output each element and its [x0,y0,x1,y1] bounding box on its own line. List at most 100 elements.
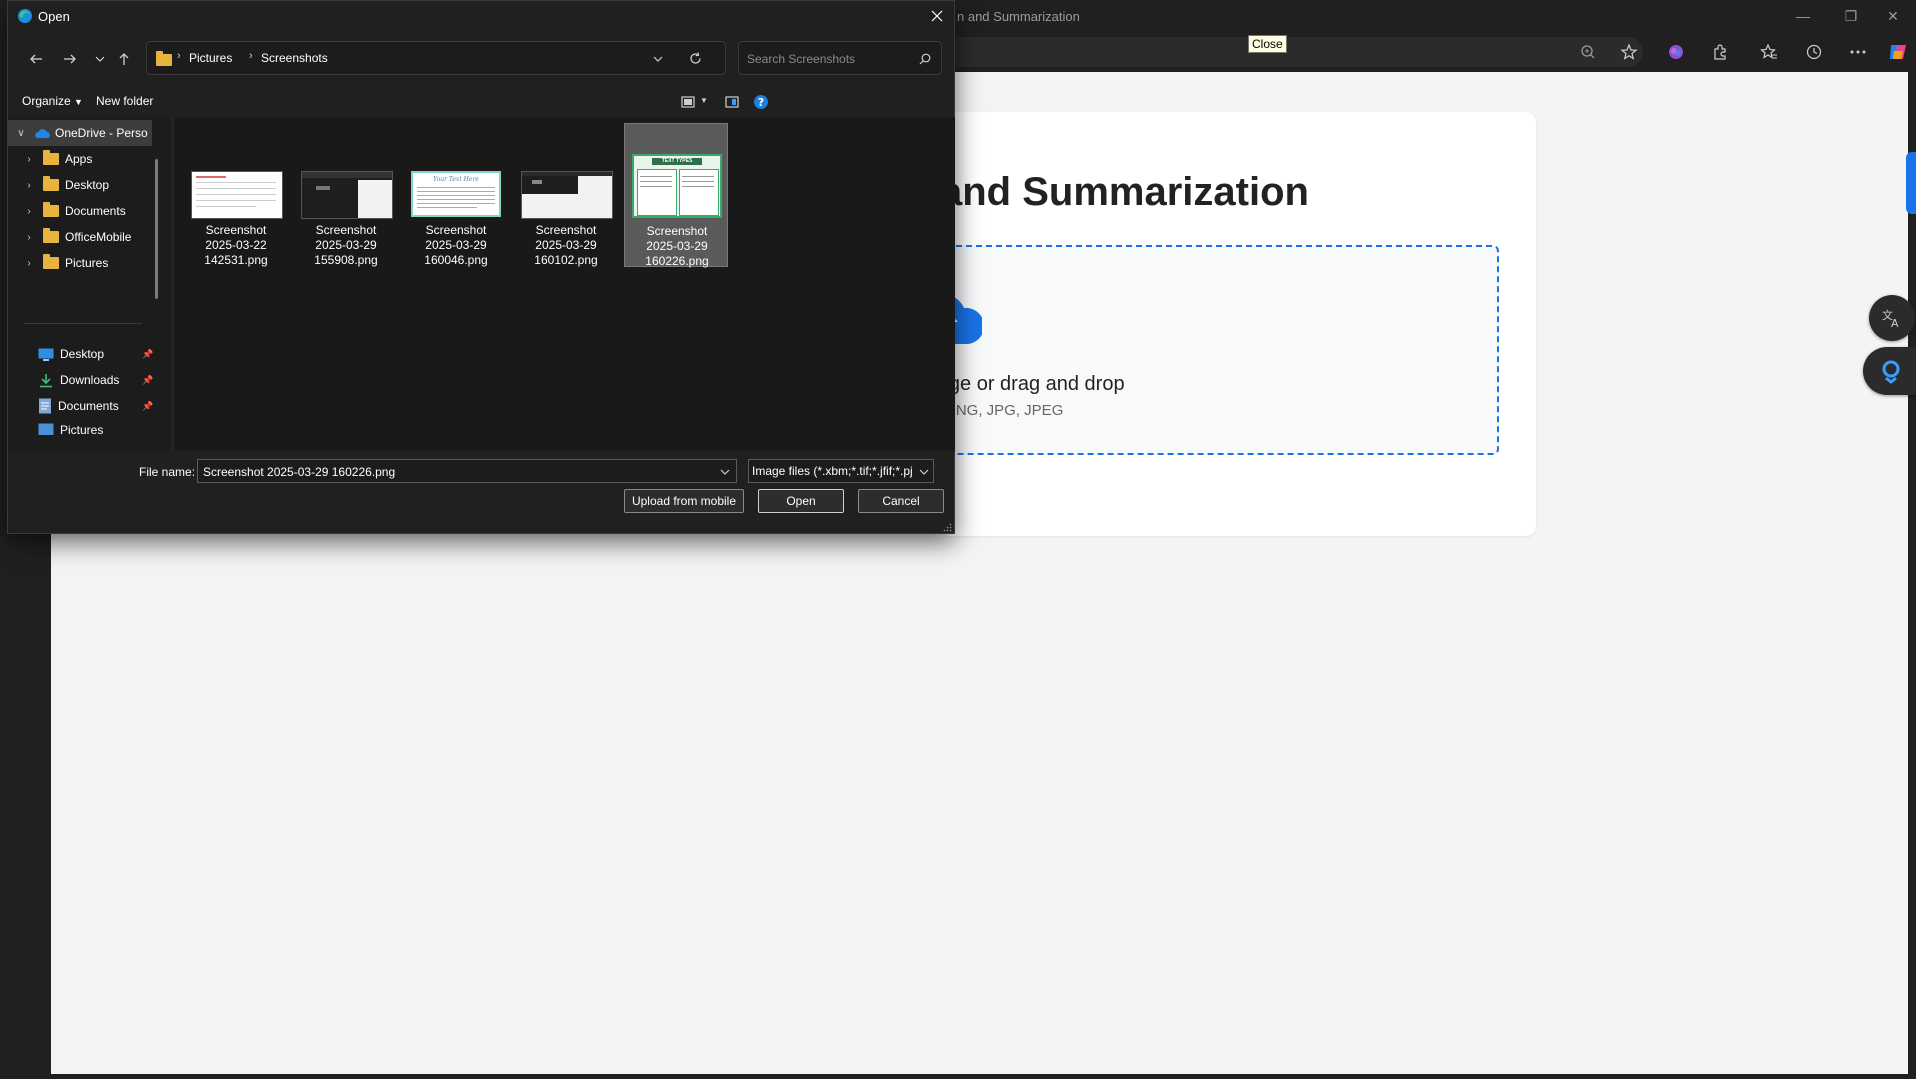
file-name-combobox[interactable] [197,459,737,483]
quick-access-label: Documents [58,399,119,413]
nav-divider [24,323,142,324]
dialog-titlebar: Open [8,1,954,32]
file-item[interactable]: Screenshot 2025-03-22 142531.png [184,123,288,267]
dialog-title: Open [38,9,70,24]
upload-from-mobile-button[interactable]: Upload from mobile [624,489,744,513]
new-folder-button[interactable]: New folder [96,94,153,108]
chevron-right-icon: › [27,153,31,165]
history-icon[interactable] [1802,40,1826,64]
chevron-right-icon: › [27,205,31,217]
tree-item-label: OfficeMobile [65,230,132,244]
upload-card: and Summarization n image or drag and dr… [940,112,1536,536]
favorites-icon[interactable] [1757,40,1781,64]
nav-scrollbar[interactable] [155,159,158,299]
file-type-select[interactable]: Image files (*.xbm;*.tif;*.jfif;*.pj [748,459,934,483]
chevron-down-icon[interactable] [653,54,663,64]
extensions-icon[interactable] [1708,40,1732,64]
tree-item-pictures[interactable]: › Pictures [22,250,170,276]
file-name: Screenshot 2025-03-29 160046.png [424,223,488,267]
translate-icon[interactable]: 文A [1869,295,1915,341]
tree-item-apps[interactable]: › Apps [22,146,170,172]
tree-item-onedrive[interactable]: ∨ OneDrive - Perso [8,120,152,146]
assistant-fab-icon[interactable] [1863,347,1916,395]
pin-icon[interactable]: 📌 [142,375,153,386]
quick-access-label: Downloads [60,373,120,387]
tree-item-desktop[interactable]: › Desktop [22,172,170,198]
file-item[interactable]: Your Text Here Screenshot 2025-03-29 160… [404,123,508,267]
resize-grip-icon[interactable] [943,523,952,532]
chevron-down-icon [919,469,929,475]
arrow-up-icon [119,53,129,65]
back-button[interactable] [24,47,48,71]
breadcrumb-pictures[interactable]: Pictures [189,51,232,65]
folder-icon [156,51,172,66]
folder-icon [43,176,59,191]
sidebar-edge-tab[interactable] [1906,152,1916,214]
quick-access-documents[interactable]: Documents 📌 [38,393,170,419]
breadcrumb-screenshots[interactable]: Screenshots [261,51,328,65]
more-menu-icon[interactable] [1846,40,1870,64]
upload-dropzone[interactable]: n image or drag and drop rmats: PNG, JPG… [940,245,1499,455]
tree-item-documents[interactable]: › Documents [22,198,170,224]
search-input[interactable] [745,48,909,70]
file-thumbnail: Your Text Here [411,171,501,217]
view-options-chevron-icon[interactable]: ▼ [700,96,708,105]
forward-button[interactable] [58,47,82,71]
chevron-down-icon: ∨ [17,127,25,139]
search-icon [919,53,931,65]
file-item-selected[interactable]: TEXT TYPES Screenshot 2025-03-29 160226.… [624,123,728,268]
file-open-dialog: Open › Pictures › Screenshots Organize ▼… [7,0,955,534]
file-item[interactable]: Screenshot 2025-03-29 155908.png [294,123,398,267]
command-bar: Organize ▼ New folder ▼ ? [8,87,954,117]
organize-menu[interactable]: Organize ▼ [22,94,83,108]
pin-icon[interactable]: 📌 [142,401,153,412]
download-icon [40,373,52,387]
navigation-pane: ∨ OneDrive - Perso › Apps › Desktop › Do… [8,117,170,451]
chevron-right-icon: › [27,179,31,191]
close-icon [931,10,943,22]
chevron-down-icon: ▼ [74,97,83,107]
tree-item-officemobile[interactable]: › OfficeMobile [22,224,170,250]
tree-item-label: Documents [65,204,126,218]
dialog-footer: File name: Image files (*.xbm;*.tif;*.jf… [8,451,954,533]
recent-locations-button[interactable] [88,47,112,71]
dialog-close-button[interactable] [924,4,950,28]
onedrive-icon [35,128,50,138]
browser-essentials-icon[interactable] [1664,40,1688,64]
chevron-down-icon[interactable] [720,467,730,477]
file-item[interactable]: Screenshot 2025-03-29 160102.png [514,123,618,267]
folder-icon [43,202,59,217]
window-close-icon[interactable]: ✕ [1870,4,1916,28]
file-name-input[interactable] [201,463,705,481]
preview-pane-icon[interactable] [725,96,739,108]
file-list: Screenshot 2025-03-22 142531.png Screens… [173,117,955,451]
minimize-icon[interactable]: — [1780,4,1826,28]
breadcrumb-separator-icon: › [249,50,253,62]
tree-item-label: OneDrive - Perso [55,126,148,140]
favorite-star-icon[interactable] [1617,40,1641,64]
view-mode-icon[interactable] [681,96,695,108]
zoom-icon[interactable] [1576,40,1600,64]
address-bar[interactable] [940,37,1643,67]
cancel-button[interactable]: Cancel [858,489,944,513]
file-thumbnail: TEXT TYPES [632,154,722,218]
help-icon[interactable]: ? [753,94,769,110]
document-icon [39,398,51,414]
up-button[interactable] [112,47,136,71]
quick-access-desktop[interactable]: Desktop 📌 [38,341,170,367]
restore-icon[interactable]: ❐ [1828,4,1874,28]
quick-access-label: Pictures [60,423,104,435]
breadcrumb[interactable]: › Pictures › Screenshots [146,41,726,75]
quick-access-label: Desktop [60,347,105,361]
search-box[interactable] [738,41,942,75]
refresh-icon[interactable] [689,52,702,65]
quick-access-downloads[interactable]: Downloads 📌 [38,367,170,393]
thumbnail-caption: TEXT TYPES [661,158,693,164]
copilot-icon[interactable] [1886,40,1910,64]
tree-item-label: Pictures [65,256,109,270]
quick-access-pictures[interactable]: Pictures [38,419,170,435]
svg-text:A: A [1891,317,1899,329]
edge-app-icon [18,9,32,23]
open-button[interactable]: Open [758,489,844,513]
pin-icon[interactable]: 📌 [142,349,153,360]
